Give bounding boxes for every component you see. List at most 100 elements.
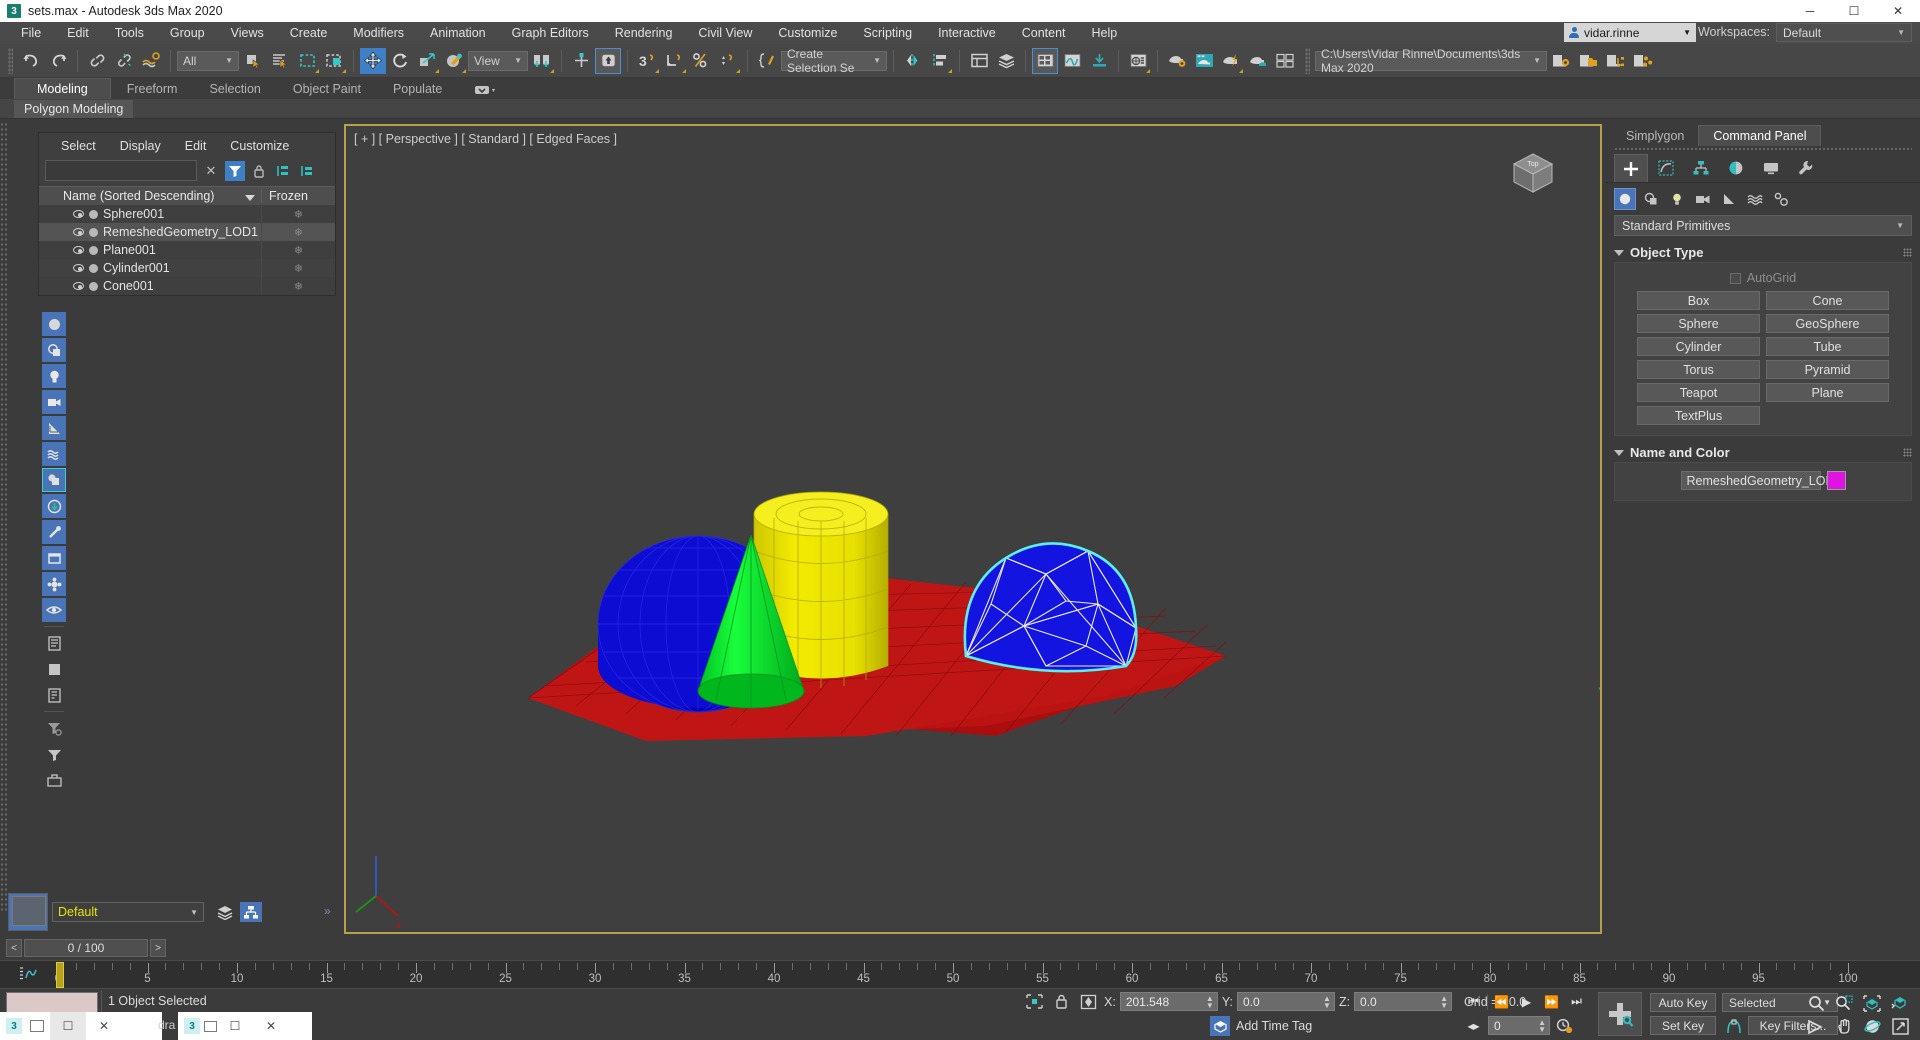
spinner-icon[interactable]: ▲▼ bbox=[1323, 995, 1331, 1009]
create-sphere-button[interactable]: Sphere bbox=[1637, 314, 1760, 333]
create-box-button[interactable]: Box bbox=[1637, 291, 1760, 310]
named-selection-set-select[interactable]: Create Selection Se ▼ bbox=[781, 51, 887, 71]
content-browser-icon[interactable] bbox=[1086, 48, 1112, 74]
tab-object-paint[interactable]: Object Paint bbox=[277, 79, 377, 99]
undo-icon[interactable] bbox=[18, 48, 44, 74]
key-tangent-icon[interactable] bbox=[1722, 1016, 1745, 1037]
column-header-frozen[interactable]: Frozen bbox=[261, 189, 335, 203]
open-project-folder-icon[interactable] bbox=[1575, 48, 1601, 74]
visibility-eye-icon[interactable] bbox=[73, 246, 84, 254]
filter-xrefs-icon[interactable] bbox=[42, 494, 66, 518]
layer-overflow-icon[interactable]: » bbox=[324, 904, 331, 918]
create-textplus-button[interactable]: TextPlus bbox=[1637, 406, 1760, 425]
next-frame-button[interactable]: > bbox=[150, 939, 166, 957]
create-teapot-button[interactable]: Teapot bbox=[1637, 383, 1760, 402]
menu-help[interactable]: Help bbox=[1079, 23, 1131, 43]
restore-button[interactable]: ☐ bbox=[50, 1012, 86, 1040]
window-crossing-toggle-icon[interactable] bbox=[321, 48, 347, 74]
ribbon-options-icon[interactable] bbox=[458, 81, 514, 99]
use-selection-center-icon[interactable] bbox=[568, 48, 594, 74]
set-key-button[interactable]: Set Key bbox=[1650, 1016, 1716, 1035]
motion-tab-icon[interactable] bbox=[1719, 154, 1753, 182]
table-row[interactable]: Sphere001 ❄ bbox=[39, 205, 335, 223]
create-plane-button[interactable]: Plane bbox=[1766, 383, 1889, 402]
filter-geometry-icon[interactable] bbox=[42, 312, 66, 336]
absolute-relative-toggle-icon[interactable] bbox=[1076, 994, 1100, 1010]
frozen-cell[interactable]: ❄ bbox=[261, 241, 335, 259]
close-button-2[interactable]: ✕ bbox=[253, 1012, 289, 1040]
menu-customize[interactable]: Customize bbox=[765, 23, 850, 43]
mini-listener-pane[interactable] bbox=[6, 992, 98, 1014]
menu-civil-view[interactable]: Civil View bbox=[685, 23, 765, 43]
align-icon[interactable] bbox=[927, 48, 953, 74]
create-cone-button[interactable]: Cone bbox=[1766, 291, 1889, 310]
select-and-scale-icon[interactable] bbox=[414, 48, 440, 74]
menu-graph-editors[interactable]: Graph Editors bbox=[499, 23, 602, 43]
tab-modeling[interactable]: Modeling bbox=[14, 78, 111, 99]
user-account-chip[interactable]: vidar.rinne ▼ bbox=[1564, 23, 1696, 42]
visibility-eye-icon[interactable] bbox=[73, 210, 84, 218]
toolbar-grip[interactable] bbox=[1305, 48, 1310, 74]
frozen-cell[interactable]: ❄ bbox=[261, 277, 335, 295]
object-name-input[interactable]: RemeshedGeometry_LOD bbox=[1681, 471, 1821, 490]
auto-key-button[interactable]: Auto Key bbox=[1650, 993, 1716, 1012]
z-coordinate-input[interactable]: 0.0 ▲▼ bbox=[1354, 992, 1452, 1011]
orbit-view-icon[interactable] bbox=[1858, 1015, 1886, 1038]
expand-all-icon[interactable] bbox=[273, 161, 293, 181]
create-tab-icon[interactable] bbox=[1614, 154, 1648, 182]
search-input[interactable] bbox=[45, 160, 197, 181]
layer-explorer-icon[interactable] bbox=[214, 902, 236, 922]
lights-category-icon[interactable] bbox=[1666, 188, 1688, 210]
column-header-name[interactable]: Name (Sorted Descending) bbox=[39, 189, 261, 203]
visibility-eye-icon[interactable] bbox=[73, 282, 84, 290]
toggle-scene-explorer-icon[interactable] bbox=[966, 48, 992, 74]
field-of-view-icon[interactable] bbox=[1802, 1015, 1830, 1038]
filter-icon[interactable] bbox=[225, 161, 245, 181]
menu-views[interactable]: Views bbox=[218, 23, 277, 43]
helpers-category-icon[interactable] bbox=[1718, 188, 1740, 210]
selection-filter-select[interactable]: All ▼ bbox=[177, 51, 239, 71]
key-mode-toggle-icon[interactable]: ◂▸ bbox=[1462, 1015, 1485, 1036]
display-blank-icon[interactable] bbox=[42, 657, 66, 681]
menu-create[interactable]: Create bbox=[277, 23, 341, 43]
menu-interactive[interactable]: Interactive bbox=[925, 23, 1009, 43]
left-panel-grip[interactable] bbox=[0, 122, 7, 912]
autogrid-checkbox[interactable] bbox=[1730, 273, 1741, 284]
filter-lights-icon[interactable] bbox=[42, 364, 66, 388]
angle-snap-toggle-icon[interactable] bbox=[661, 48, 687, 74]
reference-coordinate-select[interactable]: View ▼ bbox=[468, 51, 528, 71]
rectangular-selection-region-icon[interactable] bbox=[294, 48, 320, 74]
project-structure-icon[interactable] bbox=[1602, 48, 1628, 74]
rollout-grip-icon[interactable] bbox=[1903, 248, 1912, 257]
table-row[interactable]: Cone001 ❄ bbox=[39, 277, 335, 295]
zoom-icon[interactable] bbox=[1802, 992, 1830, 1015]
go-to-start-button[interactable]: ⏮ bbox=[1462, 991, 1485, 1012]
bind-to-space-warp-icon[interactable] bbox=[138, 48, 164, 74]
edit-named-selection-sets-icon[interactable] bbox=[754, 48, 780, 74]
filter-space-warps-icon[interactable] bbox=[42, 442, 66, 466]
render-production-icon[interactable] bbox=[1218, 48, 1244, 74]
minimize-button[interactable]: ─ bbox=[1788, 0, 1832, 22]
go-to-end-button[interactable]: ⏭ bbox=[1565, 991, 1588, 1012]
filter-apply-icon[interactable] bbox=[42, 742, 66, 766]
select-object-icon[interactable] bbox=[240, 48, 266, 74]
hierarchy-tab-icon[interactable] bbox=[1684, 154, 1718, 182]
shapes-category-icon[interactable] bbox=[1640, 188, 1662, 210]
spinner-icon[interactable]: ▲▼ bbox=[1538, 1019, 1546, 1033]
spinner-snap-toggle-icon[interactable] bbox=[715, 48, 741, 74]
systems-category-icon[interactable] bbox=[1770, 188, 1792, 210]
use-pivot-point-center-icon[interactable] bbox=[529, 48, 555, 74]
se-menu-display[interactable]: Display bbox=[108, 137, 173, 155]
workspace-select[interactable]: Default ▼ bbox=[1776, 23, 1912, 42]
modify-tab-icon[interactable] bbox=[1649, 154, 1683, 182]
previous-frame-button[interactable]: ⏪ bbox=[1490, 991, 1513, 1012]
utilities-tab-icon[interactable] bbox=[1789, 154, 1823, 182]
menu-modifiers[interactable]: Modifiers bbox=[340, 23, 417, 43]
project-folder-select[interactable]: C:\Users\Vidar Rinne\Documents\3ds Max 2… bbox=[1315, 51, 1547, 71]
pan-view-icon[interactable] bbox=[1830, 1015, 1858, 1038]
y-coordinate-input[interactable]: 0.0 ▲▼ bbox=[1237, 992, 1335, 1011]
play-animation-button[interactable]: ▶ bbox=[1515, 991, 1538, 1012]
taskbar-window-restore[interactable]: ☐ ✕ bbox=[50, 1012, 162, 1040]
display-list-icon[interactable] bbox=[42, 631, 66, 655]
frozen-cell[interactable]: ❄ bbox=[261, 205, 335, 223]
